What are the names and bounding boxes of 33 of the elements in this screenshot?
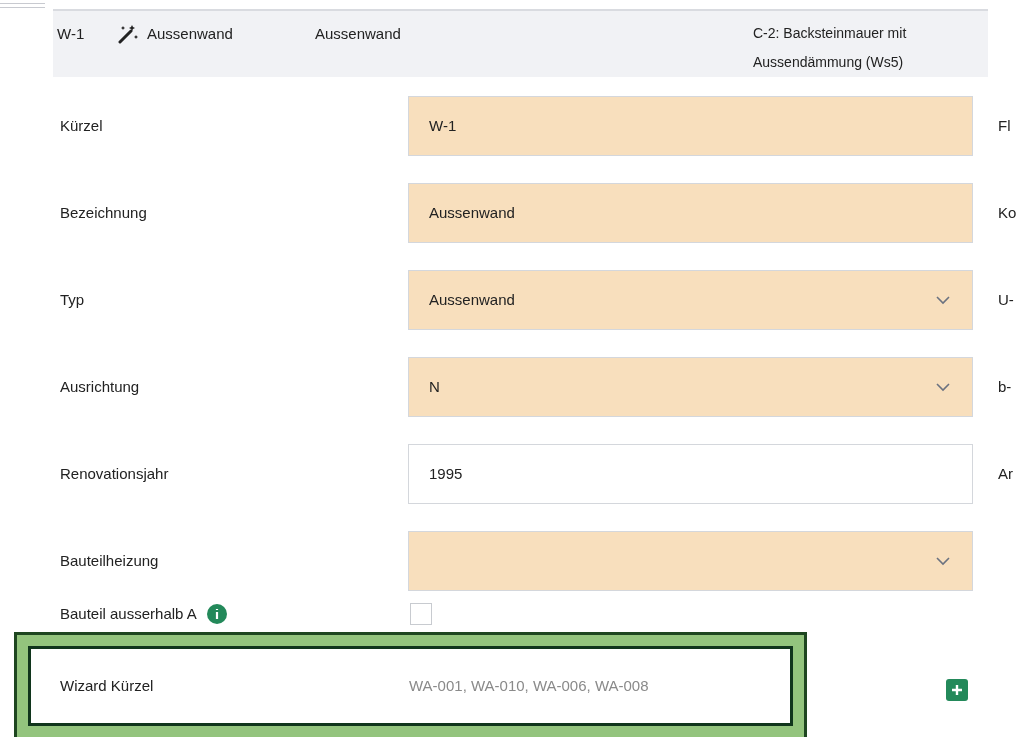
input-field[interactable]: 1995	[408, 444, 973, 504]
plus-icon	[951, 684, 963, 696]
field-label: Typ	[59, 289, 86, 310]
field-label: Ausrichtung	[59, 376, 141, 397]
table-cell-text: Aussenwand	[315, 24, 402, 44]
select-field[interactable]: N	[408, 357, 973, 417]
field-label: Kürzel	[59, 115, 104, 136]
field-label: Ar	[998, 463, 1013, 484]
field-label: U-	[998, 289, 1014, 310]
field-label: Ko	[998, 202, 1017, 223]
field-label: Bauteilheizung	[59, 550, 160, 571]
field-label: Bezeichnung	[59, 202, 148, 223]
checkbox[interactable]	[410, 603, 432, 626]
info-icon[interactable]	[206, 604, 227, 625]
select-field[interactable]	[408, 531, 973, 591]
table-row[interactable]: W-1 Aussenwand Aussenwand C-2: Backsteinmauer mit Aussendämmung (Ws5)	[53, 11, 988, 77]
chevron-down-icon	[936, 382, 950, 392]
table-cell-text: C-2: Backsteinmauer mit Aussendämmung (Ws5)	[753, 24, 908, 72]
table-cell-text: Aussenwand	[147, 24, 234, 44]
field-label: Wizard Kürzel	[59, 675, 155, 696]
chevron-down-icon	[936, 556, 950, 566]
field-value: WA-001, WA-010, WA-006, WA-008	[409, 675, 649, 696]
input-field[interactable]: Aussenwand	[408, 183, 973, 243]
field-label: Bauteil ausserhalb A	[59, 604, 197, 624]
field-label: Renovationsjahr	[59, 463, 170, 484]
add-button[interactable]	[946, 679, 968, 701]
select-field[interactable]: Aussenwand	[408, 270, 973, 330]
field-label: Fl	[998, 115, 1011, 136]
field-label: b-	[998, 376, 1012, 397]
table-cell-text: W-1	[57, 24, 86, 44]
magic-wand-icon	[117, 24, 139, 44]
input-field[interactable]: W-1	[408, 96, 973, 156]
chevron-down-icon	[936, 295, 950, 305]
